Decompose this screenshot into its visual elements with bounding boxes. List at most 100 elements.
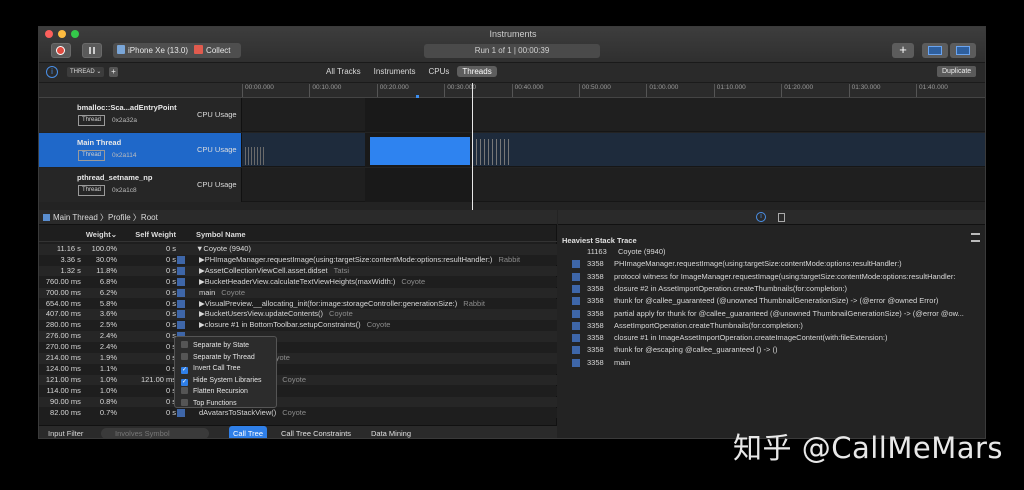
table-row[interactable]: 276.00 ms 2.4% 0 s: [39, 331, 557, 342]
weight-column-header[interactable]: Weight⌄: [39, 230, 117, 239]
title-toolbar: Instruments iPhone Xe (13.0) Collect Run …: [39, 27, 985, 63]
breadcrumb-item[interactable]: Profile: [108, 213, 131, 222]
self-weight-cell: 0 s: [165, 396, 176, 406]
menu-item[interactable]: Separate by Thread: [181, 352, 255, 364]
layout-icon: [956, 46, 970, 55]
checkbox[interactable]: [181, 341, 188, 348]
table-row[interactable]: 760.00 ms 6.8% 0 s ▶BucketHeaderView.calcu…: [39, 276, 557, 288]
playhead[interactable]: [472, 83, 473, 210]
weight-value: 90.00 ms: [50, 396, 81, 406]
table-row[interactable]: 700.00 ms 6.2% 0 s main Coyote: [39, 287, 557, 299]
weight-cell: 121.00 ms 1.0%: [39, 375, 117, 386]
checkbox[interactable]: [181, 399, 188, 406]
checkbox[interactable]: [181, 352, 188, 360]
tab-call-tree-constraints[interactable]: Call Tree Constraints: [281, 426, 351, 438]
table-row[interactable]: 1.32 s 11.8% 0 s ▶AssetCollectionViewCell.…: [39, 265, 557, 277]
table-row[interactable]: 90.00 ms 0.8%0 sts()Coyote: [39, 396, 557, 408]
symbol-name: ▼Coyote (9940): [196, 244, 251, 253]
self-weight-cell: 0 s: [165, 363, 176, 373]
instruments-window: Instruments iPhone Xe (13.0) Collect Run …: [38, 26, 986, 439]
breadcrumb-item[interactable]: Root: [141, 213, 158, 222]
table-row[interactable]: 407.00 ms 3.6% 0 s ▶BucketUsersView.update…: [39, 309, 557, 320]
table-row[interactable]: 214.00 ms 1.9%0 sButtons(oldValue:)Coyot…: [39, 353, 557, 364]
weight-value: 121.00 ms: [45, 374, 81, 384]
symbol-column-header[interactable]: Symbol Name: [196, 230, 246, 239]
table-row[interactable]: 3.36 s 30.0% 0 s ▶PHImageManager.requestIm…: [39, 254, 557, 266]
device-selector[interactable]: iPhone Xe (13.0) Collect: [113, 43, 241, 58]
self-weight-column-header[interactable]: Self Weight: [119, 230, 176, 239]
weight-cell: 11.16 s 100.0%: [39, 244, 117, 255]
stack-frame[interactable]: 3358 partial apply for thunk for @callee_…: [558, 308, 985, 320]
info-icon[interactable]: i: [756, 212, 766, 222]
menu-item-label: Top Functions: [193, 400, 237, 407]
track-label: bmalloc::Sca...adEntryPoint Thread 0x2a3…: [39, 98, 242, 132]
call-tree-pane: Main Thread 〉Profile 〉Root Weight⌄ Self …: [39, 210, 557, 438]
table-row[interactable]: 124.00 ms 1.1%0 sentSize.getterCoyote: [39, 363, 557, 375]
self-weight-cell: 0 s: [165, 276, 176, 286]
add-filter-button[interactable]: +: [109, 67, 118, 77]
frame-symbol: partial apply for thunk for @callee_guar…: [614, 308, 964, 318]
ruler-tick: 01:20.000: [781, 84, 813, 97]
menu-item[interactable]: Flatten Recursion: [181, 386, 248, 398]
duplicate-button[interactable]: Duplicate: [937, 66, 977, 77]
add-instrument-button[interactable]: +: [892, 43, 914, 58]
call-tree-rows: 11.16 s 100.0% 0 s ▼Coyote (9940) 3.36 s 30…: [39, 244, 557, 418]
stack-frame[interactable]: 3358 closure #2 in AssetImportOperation.c…: [558, 283, 985, 295]
table-row[interactable]: 82.00 ms 0.7% 0 s dAvatarsToStackView() Coy…: [39, 407, 557, 418]
track-row[interactable]: pthread_setname_np Thread 0x2a1c8 CPU Us…: [39, 168, 985, 202]
user-code-icon: [572, 272, 580, 281]
frame-symbol: protocol witness for ImageManager.reques…: [614, 271, 956, 281]
stack-frame[interactable]: 3358 PHImageManager.requestImage(using:ta…: [558, 258, 985, 270]
weight-value: 214.00 ms: [45, 353, 81, 362]
run-status: Run 1 of 1 | 00:00:39: [424, 44, 600, 58]
symbol-search-input[interactable]: Involves Symbol: [101, 428, 209, 438]
record-button[interactable]: [51, 43, 71, 58]
tab-call-tree[interactable]: Call Tree: [229, 426, 268, 438]
table-row[interactable]: 280.00 ms 2.5% 0 s ▶closure #1 in BottomTo…: [39, 320, 557, 331]
thread-filter-token[interactable]: THREAD ⌄: [67, 67, 105, 77]
tab-threads[interactable]: Threads: [457, 66, 497, 77]
tab-data-mining[interactable]: Data Mining: [371, 426, 411, 438]
instrument-label: CPU Usage: [197, 180, 237, 189]
collapse-icon[interactable]: [971, 233, 980, 242]
weight-value: 700.00 ms: [45, 287, 81, 297]
checkbox[interactable]: [181, 387, 188, 395]
layout-right-button[interactable]: [950, 43, 976, 58]
table-row[interactable]: 270.00 ms 2.4%0 shange(_:)Coyote: [39, 342, 557, 353]
stack-frame[interactable]: 3358 thunk for @escaping @callee_guarante…: [558, 344, 985, 356]
layout-bottom-button[interactable]: [922, 43, 948, 58]
table-row[interactable]: 114.00 ms 1.0% 0 s: [39, 385, 557, 397]
symbol-cell: ▶closure #1 in BottomToolbar.setupConstr…: [199, 320, 390, 331]
info-icon[interactable]: i: [46, 66, 58, 78]
checkbox[interactable]: ✓: [181, 367, 188, 375]
document-icon[interactable]: [778, 213, 785, 222]
pause-button[interactable]: [82, 43, 102, 58]
breadcrumb-item[interactable]: Main Thread: [53, 213, 98, 222]
menu-item[interactable]: ✓ Hide System Libraries: [181, 375, 261, 387]
track-row[interactable]: bmalloc::Sca...adEntryPoint Thread 0x2a3…: [39, 98, 985, 132]
menu-item[interactable]: ✓ Invert Call Tree: [181, 363, 240, 375]
stack-frame[interactable]: 3358 protocol witness for ImageManager.re…: [558, 271, 985, 283]
user-code-icon: [572, 284, 580, 293]
checkbox[interactable]: ✓: [181, 378, 188, 386]
pause-icon: [89, 47, 91, 54]
menu-item[interactable]: Separate by State: [181, 340, 249, 352]
timeline-ruler[interactable]: 00:00.000 00:10.000 00:20.000 00:30.000 00:4…: [39, 83, 985, 98]
table-row[interactable]: 654.00 ms 5.8% 0 s ▶VisualPreview.__alloca…: [39, 298, 557, 309]
tab-all-tracks[interactable]: All Tracks: [321, 66, 366, 77]
table-row[interactable]: 11.16 s 100.0% 0 s ▼Coyote (9940): [39, 244, 557, 255]
tab-cpus[interactable]: CPUs: [423, 66, 454, 77]
frame-symbol: Coyote (9940): [618, 247, 666, 256]
ruler-tick: 00:20.000: [376, 84, 409, 97]
menu-item[interactable]: Top Functions: [181, 398, 237, 410]
stack-frame[interactable]: 3358 main: [558, 357, 985, 369]
track-row-selected[interactable]: Main Thread Thread 0x2a114 CPU Usage: [39, 133, 985, 167]
tab-instruments[interactable]: Instruments: [369, 66, 421, 77]
table-row[interactable]: 121.00 ms 1.0%121.00 msdAvatarsToStackVi…: [39, 374, 557, 386]
user-code-icon: [177, 299, 185, 308]
weight-value: 280.00 ms: [45, 320, 81, 330]
stack-frame[interactable]: 11163 Coyote (9940): [558, 246, 985, 258]
stack-frame[interactable]: 3358 AssetImportOperation.createThumbnail…: [558, 320, 985, 332]
stack-frame[interactable]: 3358 thunk for @callee_guaranteed (@unown…: [558, 295, 985, 307]
stack-frame[interactable]: 3358 closure #1 in ImageAssetImportOperat…: [558, 332, 985, 344]
